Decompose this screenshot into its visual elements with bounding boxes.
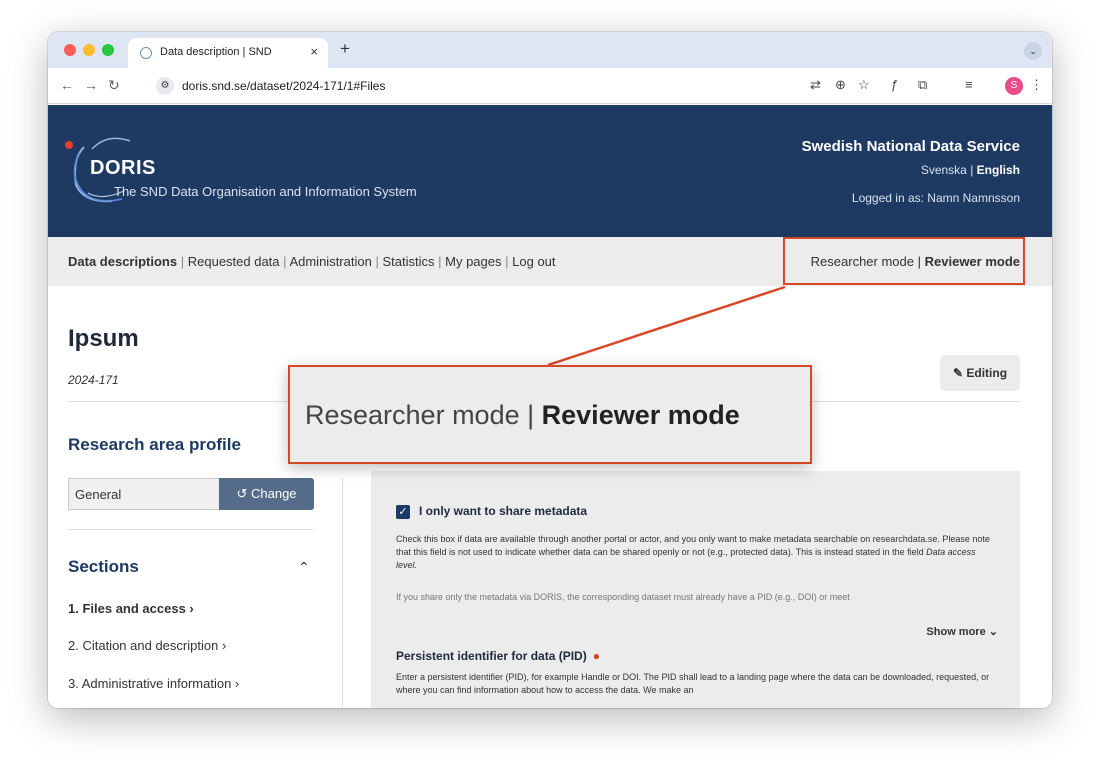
chevron-down-icon[interactable]: ⌄	[1024, 42, 1042, 60]
pid-heading: Persistent identifier for data (PID) ●	[396, 649, 600, 663]
callout-researcher-mode: Researcher mode	[305, 400, 520, 430]
mode-highlight-box	[783, 237, 1025, 285]
menu-separator: |	[375, 254, 379, 269]
chevron-right-icon: ›	[221, 638, 227, 653]
menu-item-my-pages[interactable]: My pages	[445, 254, 501, 269]
language-switcher: Svenska | English	[921, 163, 1020, 177]
bookmark-star-icon[interactable]: ☆	[858, 77, 870, 93]
profile-avatar[interactable]: S	[1005, 77, 1023, 95]
required-dot-icon: ●	[592, 649, 600, 663]
menu-separator: |	[180, 254, 185, 269]
research-area-value: General	[68, 478, 220, 510]
divider	[68, 529, 313, 530]
tab-close-icon[interactable]: ×	[310, 44, 318, 59]
menu-item-statistics[interactable]: Statistics	[382, 254, 434, 269]
callout-separator: |	[527, 400, 535, 430]
lang-svenska-link[interactable]: Svenska	[921, 163, 967, 177]
share-metadata-checkbox[interactable]: ✓	[396, 505, 410, 519]
zoom-icon[interactable]: ⊕	[835, 77, 846, 93]
menu-item-administration[interactable]: Administration	[289, 254, 371, 269]
puzzle-icon[interactable]: ⧉	[918, 77, 927, 93]
menu-separator: |	[505, 254, 509, 269]
menu-separator: |	[438, 254, 442, 269]
forward-icon[interactable]: →	[84, 77, 98, 93]
new-tab-button[interactable]: +	[340, 39, 350, 59]
back-icon[interactable]: ←	[60, 77, 74, 93]
undo-icon: ↺	[236, 486, 248, 501]
lang-english-link[interactable]: English	[977, 163, 1020, 177]
menu-item-data-descriptions[interactable]: Data descriptions	[68, 254, 177, 269]
sidebar-divider	[342, 478, 343, 708]
files-access-panel: ✓ I only want to share metadata Check th…	[371, 471, 1020, 708]
logged-in-text: Logged in as: Namn Namnsson	[851, 191, 1020, 205]
research-area-heading: Research area profile	[68, 435, 241, 454]
tab-title: Data description | SND	[160, 46, 272, 58]
url-text[interactable]: doris.snd.se/dataset/2024-171/1#Files	[182, 79, 385, 93]
change-button[interactable]: ↺ Change	[219, 478, 314, 510]
zoom-callout: Researcher mode | Reviewer mode	[288, 365, 812, 464]
chevron-down-icon: ⌄	[988, 626, 998, 638]
reload-icon[interactable]: ↻	[108, 77, 120, 94]
site-header: DORIS The SND Data Organisation and Info…	[48, 105, 1052, 237]
org-name: Swedish National Data Service	[801, 138, 1020, 155]
close-window-button[interactable]	[64, 44, 76, 56]
callout-reviewer-mode: Reviewer mode	[541, 400, 740, 430]
minimize-window-button[interactable]	[83, 44, 95, 56]
extension-icon[interactable]: ƒ	[891, 77, 898, 92]
maximize-window-button[interactable]	[102, 44, 114, 56]
browser-toolbar: ← → ↻ ⚙ doris.snd.se/dataset/2024-171/1#…	[48, 68, 1052, 104]
sections-heading: Sections	[68, 557, 139, 576]
chevron-right-icon: ›	[234, 676, 240, 691]
show-more-label: Show more	[926, 626, 986, 638]
logo-wordmark[interactable]: DORIS	[90, 157, 156, 180]
editing-label: Editing	[966, 366, 1008, 380]
section-label: 2. Citation and description	[68, 638, 219, 653]
section-label: 3. Administrative information	[68, 676, 232, 691]
tab-data-description[interactable]: Data description | SND ×	[128, 38, 328, 68]
callout-text: Researcher mode | Reviewer mode	[305, 400, 740, 431]
pid-label: Persistent identifier for data (PID)	[396, 649, 587, 663]
show-more-button[interactable]: Show more ⌄	[926, 625, 998, 638]
chevron-right-icon: ›	[189, 601, 194, 616]
change-label: Change	[250, 486, 297, 501]
lang-separator: |	[970, 163, 974, 177]
address-bar[interactable]: ⚙ doris.snd.se/dataset/2024-171/1#Files	[152, 73, 872, 99]
dataset-id: 2024-171	[68, 373, 119, 387]
translate-icon[interactable]: ⇄	[810, 77, 821, 93]
favicon-icon	[140, 47, 152, 59]
menu-item-log-out[interactable]: Log out	[512, 254, 555, 269]
share-metadata-help: Check this box if data are available thr…	[396, 533, 996, 572]
share-metadata-note: If you share only the metadata via DORIS…	[396, 592, 850, 602]
pencil-icon: ✎	[952, 366, 964, 380]
dataset-title: Ipsum	[68, 325, 139, 352]
help-text: Check this box if data are available thr…	[396, 534, 990, 557]
browser-menu-icon[interactable]: ⋮	[1030, 77, 1043, 93]
menu-links: Data descriptions | Requested data | Adm…	[68, 254, 556, 269]
pid-help: Enter a persistent identifier (PID), for…	[396, 672, 990, 695]
share-metadata-label[interactable]: I only want to share metadata	[419, 504, 587, 518]
section-link-files-and-access[interactable]: 1. Files and access ›	[68, 601, 194, 616]
logo-subtitle: The SND Data Organisation and Informatio…	[114, 184, 417, 199]
section-label: 1. Files and access	[68, 601, 186, 616]
tab-strip: Data description | SND × + ⌄	[48, 32, 1052, 68]
section-link-administrative[interactable]: 3. Administrative information ›	[68, 676, 239, 691]
editing-button[interactable]: ✎ Editing	[940, 355, 1020, 391]
chevron-up-icon[interactable]: ⌃	[298, 559, 310, 576]
menu-item-requested-data[interactable]: Requested data	[188, 254, 280, 269]
menu-separator: |	[283, 254, 287, 269]
site-info-icon[interactable]: ⚙	[156, 77, 174, 95]
reading-list-icon[interactable]: ≡	[965, 77, 973, 92]
section-link-citation[interactable]: 2. Citation and description ›	[68, 638, 226, 653]
